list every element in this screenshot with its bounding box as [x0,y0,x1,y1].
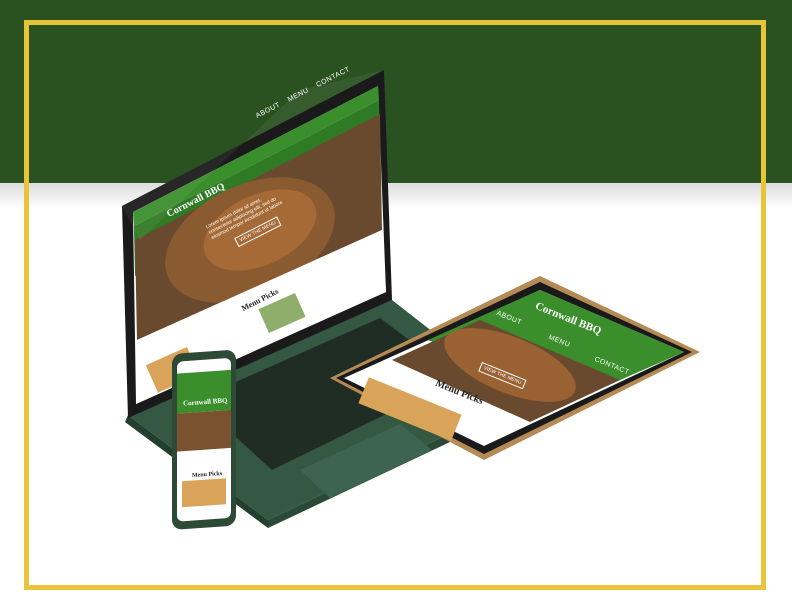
gold-frame [24,20,766,590]
